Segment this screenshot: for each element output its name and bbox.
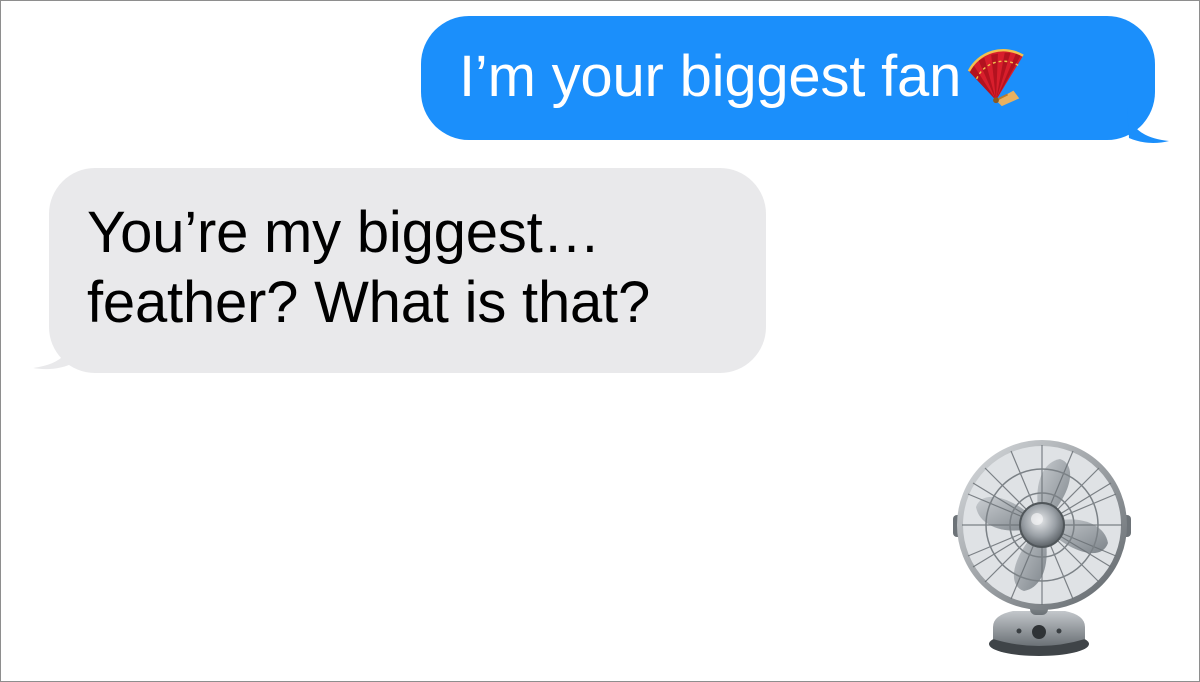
received-message-line-2: feather? What is that? (87, 270, 651, 335)
desk-fan-icon (953, 440, 1131, 656)
folding-hand-fan-icon (967, 49, 1024, 107)
received-message-content: You’re my biggest… feather? What is that… (87, 198, 650, 338)
received-message-bubble[interactable]: You’re my biggest… feather? What is that… (33, 168, 766, 373)
received-message-line-1: You’re my biggest… (87, 200, 601, 265)
sent-message-text: I’m your biggest fan (459, 44, 962, 109)
message-thread: I’m your biggest fan You’re my biggest… … (0, 0, 1200, 682)
sent-message-bubble[interactable]: I’m your biggest fan (421, 16, 1169, 143)
sent-bubble-tail (1127, 108, 1169, 143)
received-bubble-tail (33, 330, 75, 370)
sent-message-content: I’m your biggest fan (459, 44, 1027, 110)
